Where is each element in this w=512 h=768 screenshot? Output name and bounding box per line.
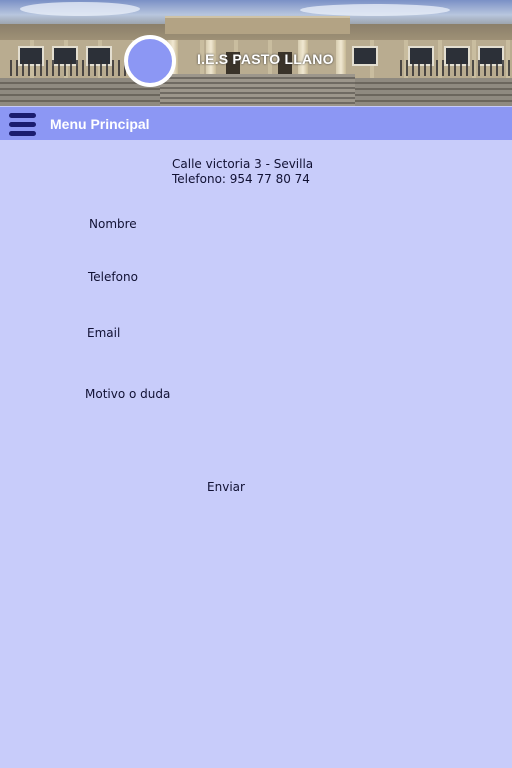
main-menu-bar: Menu Principal [0,107,512,140]
nombre-input[interactable] [150,212,394,238]
email-input[interactable] [150,321,394,347]
plaza-steps-right [355,78,512,106]
hamburger-line [9,131,36,136]
field-label-telefono: Telefono [88,270,138,284]
cloud [20,2,140,16]
field-label-email: Email [87,326,121,340]
building-pediment [165,16,350,34]
fence [10,60,130,76]
menu-title[interactable]: Menu Principal [50,116,150,132]
contact-phone: Telefono: 954 77 80 74 [172,172,310,186]
cloud [300,4,450,16]
fence [400,60,512,76]
school-name: I.E.S PASTO LLANO [197,51,334,67]
field-label-motivo: Motivo o duda [85,387,171,401]
field-label-nombre: Nombre [89,217,137,231]
main-staircase [160,74,355,106]
hamburger-menu-icon[interactable] [9,113,36,136]
contact-info: Calle victoria 3 - Sevilla Telefono: 954… [172,157,313,187]
header-banner-photo: I.E.S PASTO LLANO [0,0,512,106]
building-window [352,46,378,66]
hamburger-line [9,113,36,118]
telefono-input[interactable] [150,265,394,291]
hamburger-line [9,122,36,127]
enviar-button[interactable]: Enviar [200,478,252,496]
building-column [336,40,346,78]
contact-address: Calle victoria 3 - Sevilla [172,157,314,171]
motivo-textarea[interactable] [175,380,419,444]
logo-circle [124,35,176,87]
